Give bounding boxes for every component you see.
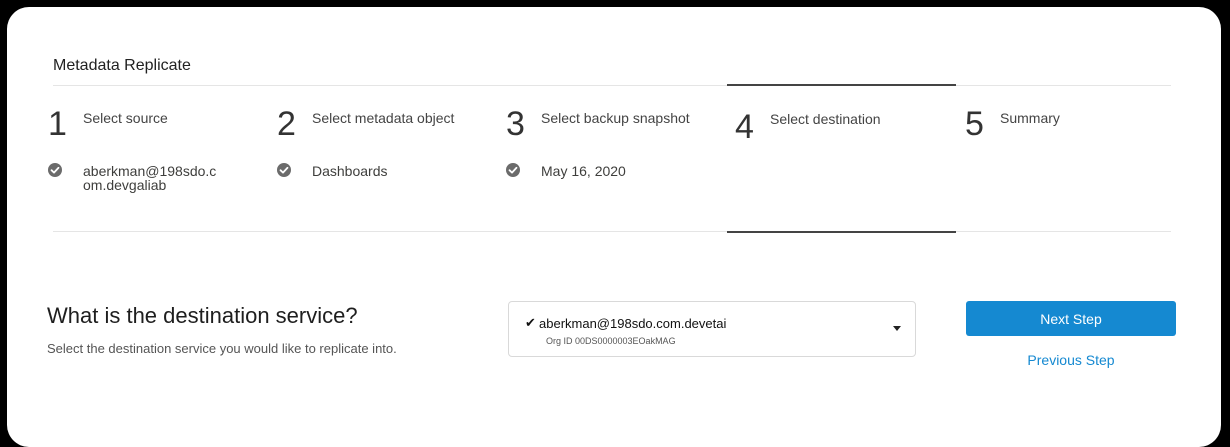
destination-question: What is the destination service? (47, 303, 358, 328)
next-step-button[interactable]: Next Step (966, 301, 1176, 336)
step-number: 1 (48, 105, 67, 143)
destination-subtitle: Select the destination service you would… (47, 341, 397, 356)
step-number: 2 (277, 105, 296, 143)
chevron-down-icon[interactable] (893, 326, 901, 331)
destination-service-select[interactable]: ✔ aberkman@198sdo.com.devetai Org ID 00D… (508, 301, 916, 357)
app-frame: Metadata Replicate 1 Select source aberk… (7, 7, 1221, 447)
step-4[interactable]: 4 Select destination (735, 110, 955, 220)
step-label: Select metadata object (312, 110, 455, 126)
check-circle-icon (48, 163, 62, 177)
step-label: Summary (1000, 110, 1060, 126)
step-value: aberkman@198sdo.com.devgaliab (83, 163, 217, 193)
step-label: Select backup snapshot (541, 110, 690, 126)
step-2[interactable]: 2 Select metadata object Dashboards (277, 107, 497, 217)
step-number: 4 (735, 108, 754, 146)
step-number: 3 (506, 105, 525, 143)
step-value: May 16, 2020 (541, 163, 626, 179)
checkmark-icon: ✔ (525, 315, 536, 330)
step-3[interactable]: 3 Select backup snapshot May 16, 2020 (506, 107, 726, 217)
stepper-top-divider (53, 85, 1171, 86)
page-title: Metadata Replicate (53, 57, 191, 74)
step-label: Select destination (770, 111, 881, 127)
step-5[interactable]: 5 Summary (965, 107, 1185, 217)
active-step-bottom-indicator (727, 231, 956, 233)
check-circle-icon (506, 163, 520, 177)
selected-destination-org-id: Org ID 00DS0000003EOakMAG (546, 336, 676, 346)
step-label: Select source (83, 110, 168, 126)
check-circle-icon (277, 163, 291, 177)
selected-destination-email: aberkman@198sdo.com.devetai (539, 316, 727, 331)
step-1[interactable]: 1 Select source aberkman@198sdo.com.devg… (48, 107, 268, 217)
active-step-top-indicator (727, 84, 956, 86)
stepper-bottom-divider (53, 231, 1171, 232)
step-value: Dashboards (312, 163, 388, 179)
previous-step-link[interactable]: Previous Step (966, 352, 1176, 368)
step-number: 5 (965, 105, 984, 143)
